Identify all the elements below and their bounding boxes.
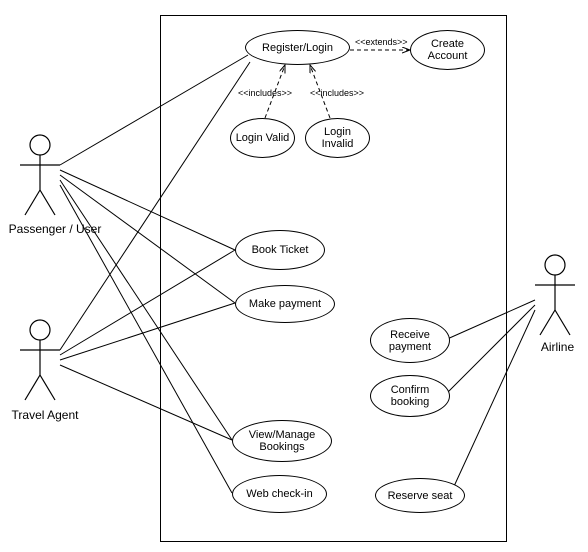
usecase-label: Login Invalid [308, 126, 367, 150]
stereotype-includes-2: <<includes>> [310, 88, 364, 98]
passenger-actor-icon [20, 135, 60, 215]
usecase-receive-payment: Receive payment [370, 318, 450, 363]
usecase-login-invalid: Login Invalid [305, 118, 370, 158]
usecase-label: Make payment [249, 298, 321, 310]
usecase-login-valid: Login Valid [230, 118, 295, 158]
travel-agent-actor-icon [20, 320, 60, 400]
usecase-label: Web check-in [246, 488, 312, 500]
usecase-label: Register/Login [262, 42, 333, 54]
usecase-reserve-seat: Reserve seat [375, 478, 465, 513]
usecase-label: View/Manage Bookings [235, 429, 329, 453]
usecase-register-login: Register/Login [245, 30, 350, 65]
usecase-label: Confirm booking [373, 384, 447, 408]
stereotype-includes-1: <<includes>> [238, 88, 292, 98]
usecase-book-ticket: Book Ticket [235, 230, 325, 270]
usecase-view-manage-bookings: View/Manage Bookings [232, 420, 332, 462]
usecase-create-account: Create Account [410, 30, 485, 70]
usecase-make-payment: Make payment [235, 285, 335, 323]
actor-label-airline: Airline [530, 340, 585, 354]
usecase-label: Reserve seat [388, 490, 453, 502]
usecase-confirm-booking: Confirm booking [370, 375, 450, 417]
actor-label-travel-agent: Travel Agent [0, 408, 90, 422]
usecase-label: Login Valid [236, 132, 290, 144]
actor-label-passenger: Passenger / User [0, 222, 110, 236]
usecase-label: Create Account [413, 38, 482, 62]
usecase-web-checkin: Web check-in [232, 475, 327, 513]
usecase-label: Receive payment [373, 329, 447, 353]
stereotype-extends: <<extends>> [355, 37, 408, 47]
usecase-label: Book Ticket [252, 244, 309, 256]
use-case-diagram: Register/Login Create Account Login Vali… [0, 0, 588, 552]
airline-actor-icon [535, 255, 575, 335]
